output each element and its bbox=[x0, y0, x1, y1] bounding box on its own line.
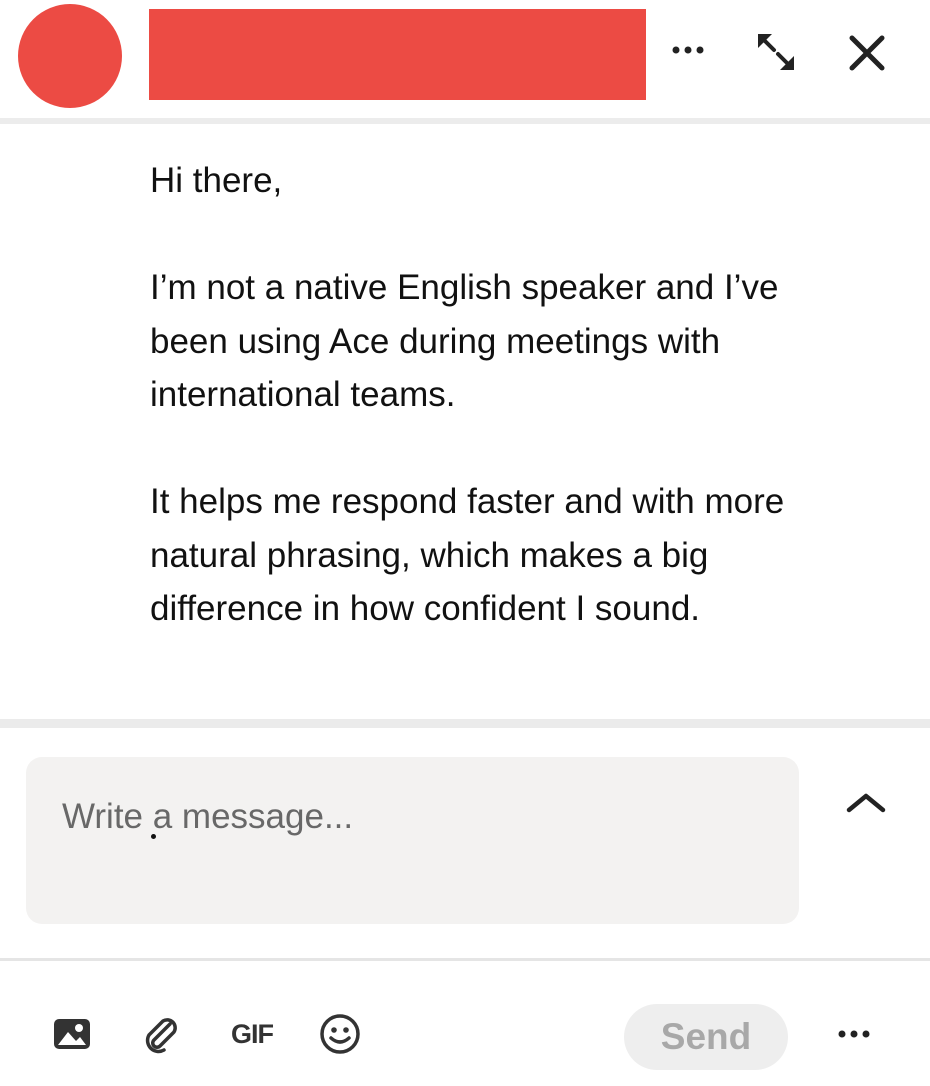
more-horizontal-icon bbox=[838, 1030, 870, 1038]
close-button[interactable] bbox=[842, 28, 892, 78]
header-divider bbox=[0, 118, 930, 124]
expand-icon bbox=[758, 34, 794, 70]
text-caret bbox=[151, 834, 156, 839]
send-label: Send bbox=[660, 1016, 752, 1057]
more-horizontal-icon bbox=[672, 46, 704, 54]
send-button[interactable]: Send bbox=[624, 1004, 788, 1070]
emoji-button[interactable] bbox=[314, 1008, 366, 1060]
message-paragraph: I’m not a native English speaker and I’v… bbox=[150, 268, 779, 414]
toolbar-divider bbox=[0, 958, 930, 961]
avatar[interactable] bbox=[18, 4, 122, 108]
close-icon bbox=[849, 35, 885, 71]
gif-label: GIF bbox=[231, 1018, 274, 1049]
message-paragraph: Hi there, bbox=[150, 161, 283, 200]
chevron-up-icon bbox=[846, 793, 886, 813]
collapse-composer-button[interactable] bbox=[842, 782, 890, 822]
more-compose-options-button[interactable] bbox=[830, 1014, 878, 1054]
attach-file-button[interactable] bbox=[136, 1010, 184, 1058]
composer-divider bbox=[0, 719, 930, 728]
more-options-button[interactable] bbox=[664, 30, 712, 70]
message-body: Hi there, I’m not a native English speak… bbox=[150, 154, 850, 636]
contact-name-redacted[interactable] bbox=[149, 9, 646, 100]
gif-button[interactable]: GIF bbox=[226, 1010, 278, 1058]
conversation-header bbox=[0, 0, 930, 118]
expand-button[interactable] bbox=[752, 28, 800, 76]
message-paragraph: It helps me respond faster and with more… bbox=[150, 482, 785, 628]
image-icon bbox=[54, 1019, 90, 1049]
paperclip-icon bbox=[145, 1018, 177, 1054]
message-input[interactable]: Write a message... bbox=[26, 757, 799, 924]
emoji-icon bbox=[320, 1014, 360, 1054]
message-input-placeholder: Write a message... bbox=[62, 797, 354, 836]
attach-image-button[interactable] bbox=[48, 1010, 96, 1058]
